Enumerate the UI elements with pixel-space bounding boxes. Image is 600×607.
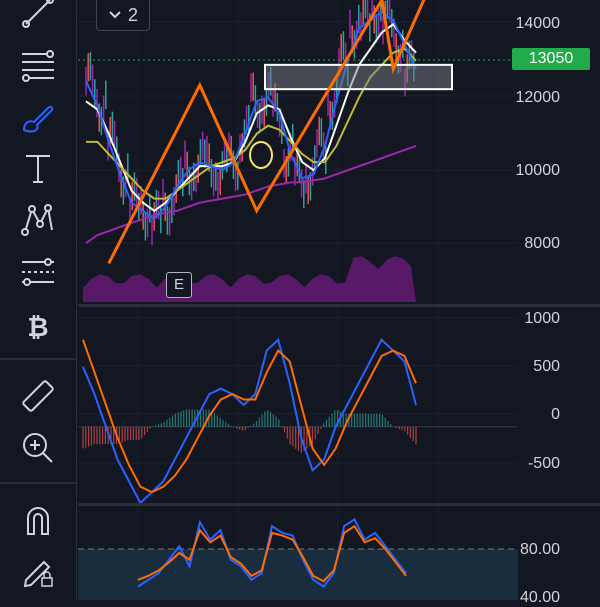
- text-icon: [26, 155, 50, 183]
- chart-area[interactable]: 2 E 14000 12000 10000 8000 13050 1000 50…: [78, 0, 600, 606]
- fib-retracement-tool[interactable]: [12, 42, 64, 86]
- interval-selector[interactable]: 2: [96, 0, 150, 31]
- zoom-in-icon: [23, 433, 53, 463]
- pattern-icon: [21, 204, 53, 236]
- text-tool[interactable]: [12, 146, 64, 190]
- lock-drawing-icon: [23, 560, 53, 588]
- rsi-band: [78, 549, 518, 600]
- macd-axis-tick: 1000: [524, 310, 560, 327]
- magnet-tool[interactable]: [12, 498, 64, 542]
- macd-axis-tick: 500: [533, 358, 560, 375]
- drawing-toolbar: ₿: [0, 0, 77, 600]
- magnet-icon: [27, 507, 49, 535]
- rsi-axis-tick: 80.00: [519, 541, 560, 558]
- fib-retracement-icon: [22, 50, 54, 82]
- trend-line-tool[interactable]: [12, 0, 64, 36]
- earnings-marker[interactable]: E: [166, 272, 192, 298]
- volume-area: [83, 256, 416, 302]
- price-axis-tick: 8000: [524, 235, 560, 252]
- price-axis-tick: 12000: [515, 89, 561, 106]
- macd-axis-tick: 0: [551, 406, 560, 423]
- resistance-box: [264, 63, 453, 91]
- rsi-axis-tick: 40.00: [519, 589, 560, 606]
- pane-divider[interactable]: [78, 503, 600, 506]
- ruler-icon: [22, 380, 54, 412]
- bitcoin-icon: ₿: [27, 312, 48, 342]
- price-axis-tick: 14000: [515, 15, 561, 32]
- annotation-circle: [249, 141, 273, 169]
- zoom-in-tool[interactable]: [12, 426, 64, 470]
- trend-line-icon: [22, 0, 54, 28]
- ruler-tool[interactable]: [12, 374, 64, 418]
- last-price-label: 13050: [512, 48, 590, 70]
- macd-axis-tick: -500: [527, 455, 560, 472]
- chevron-down-icon: [109, 11, 121, 19]
- brush-icon: [22, 105, 54, 133]
- trend-line: [107, 0, 426, 265]
- lock-drawing-tool[interactable]: [12, 548, 64, 592]
- pattern-tool[interactable]: [12, 198, 64, 242]
- bitcoin-tool[interactable]: ₿: [12, 304, 64, 348]
- pane-divider[interactable]: [78, 304, 600, 307]
- interval-label: 2: [127, 4, 138, 25]
- brush-tool[interactable]: [12, 96, 64, 140]
- forecast-icon: [22, 258, 54, 286]
- svg-text:₿: ₿: [27, 312, 48, 342]
- forecast-tool[interactable]: [12, 250, 64, 294]
- series-line: [85, 10, 417, 221]
- price-axis-tick: 10000: [515, 162, 561, 179]
